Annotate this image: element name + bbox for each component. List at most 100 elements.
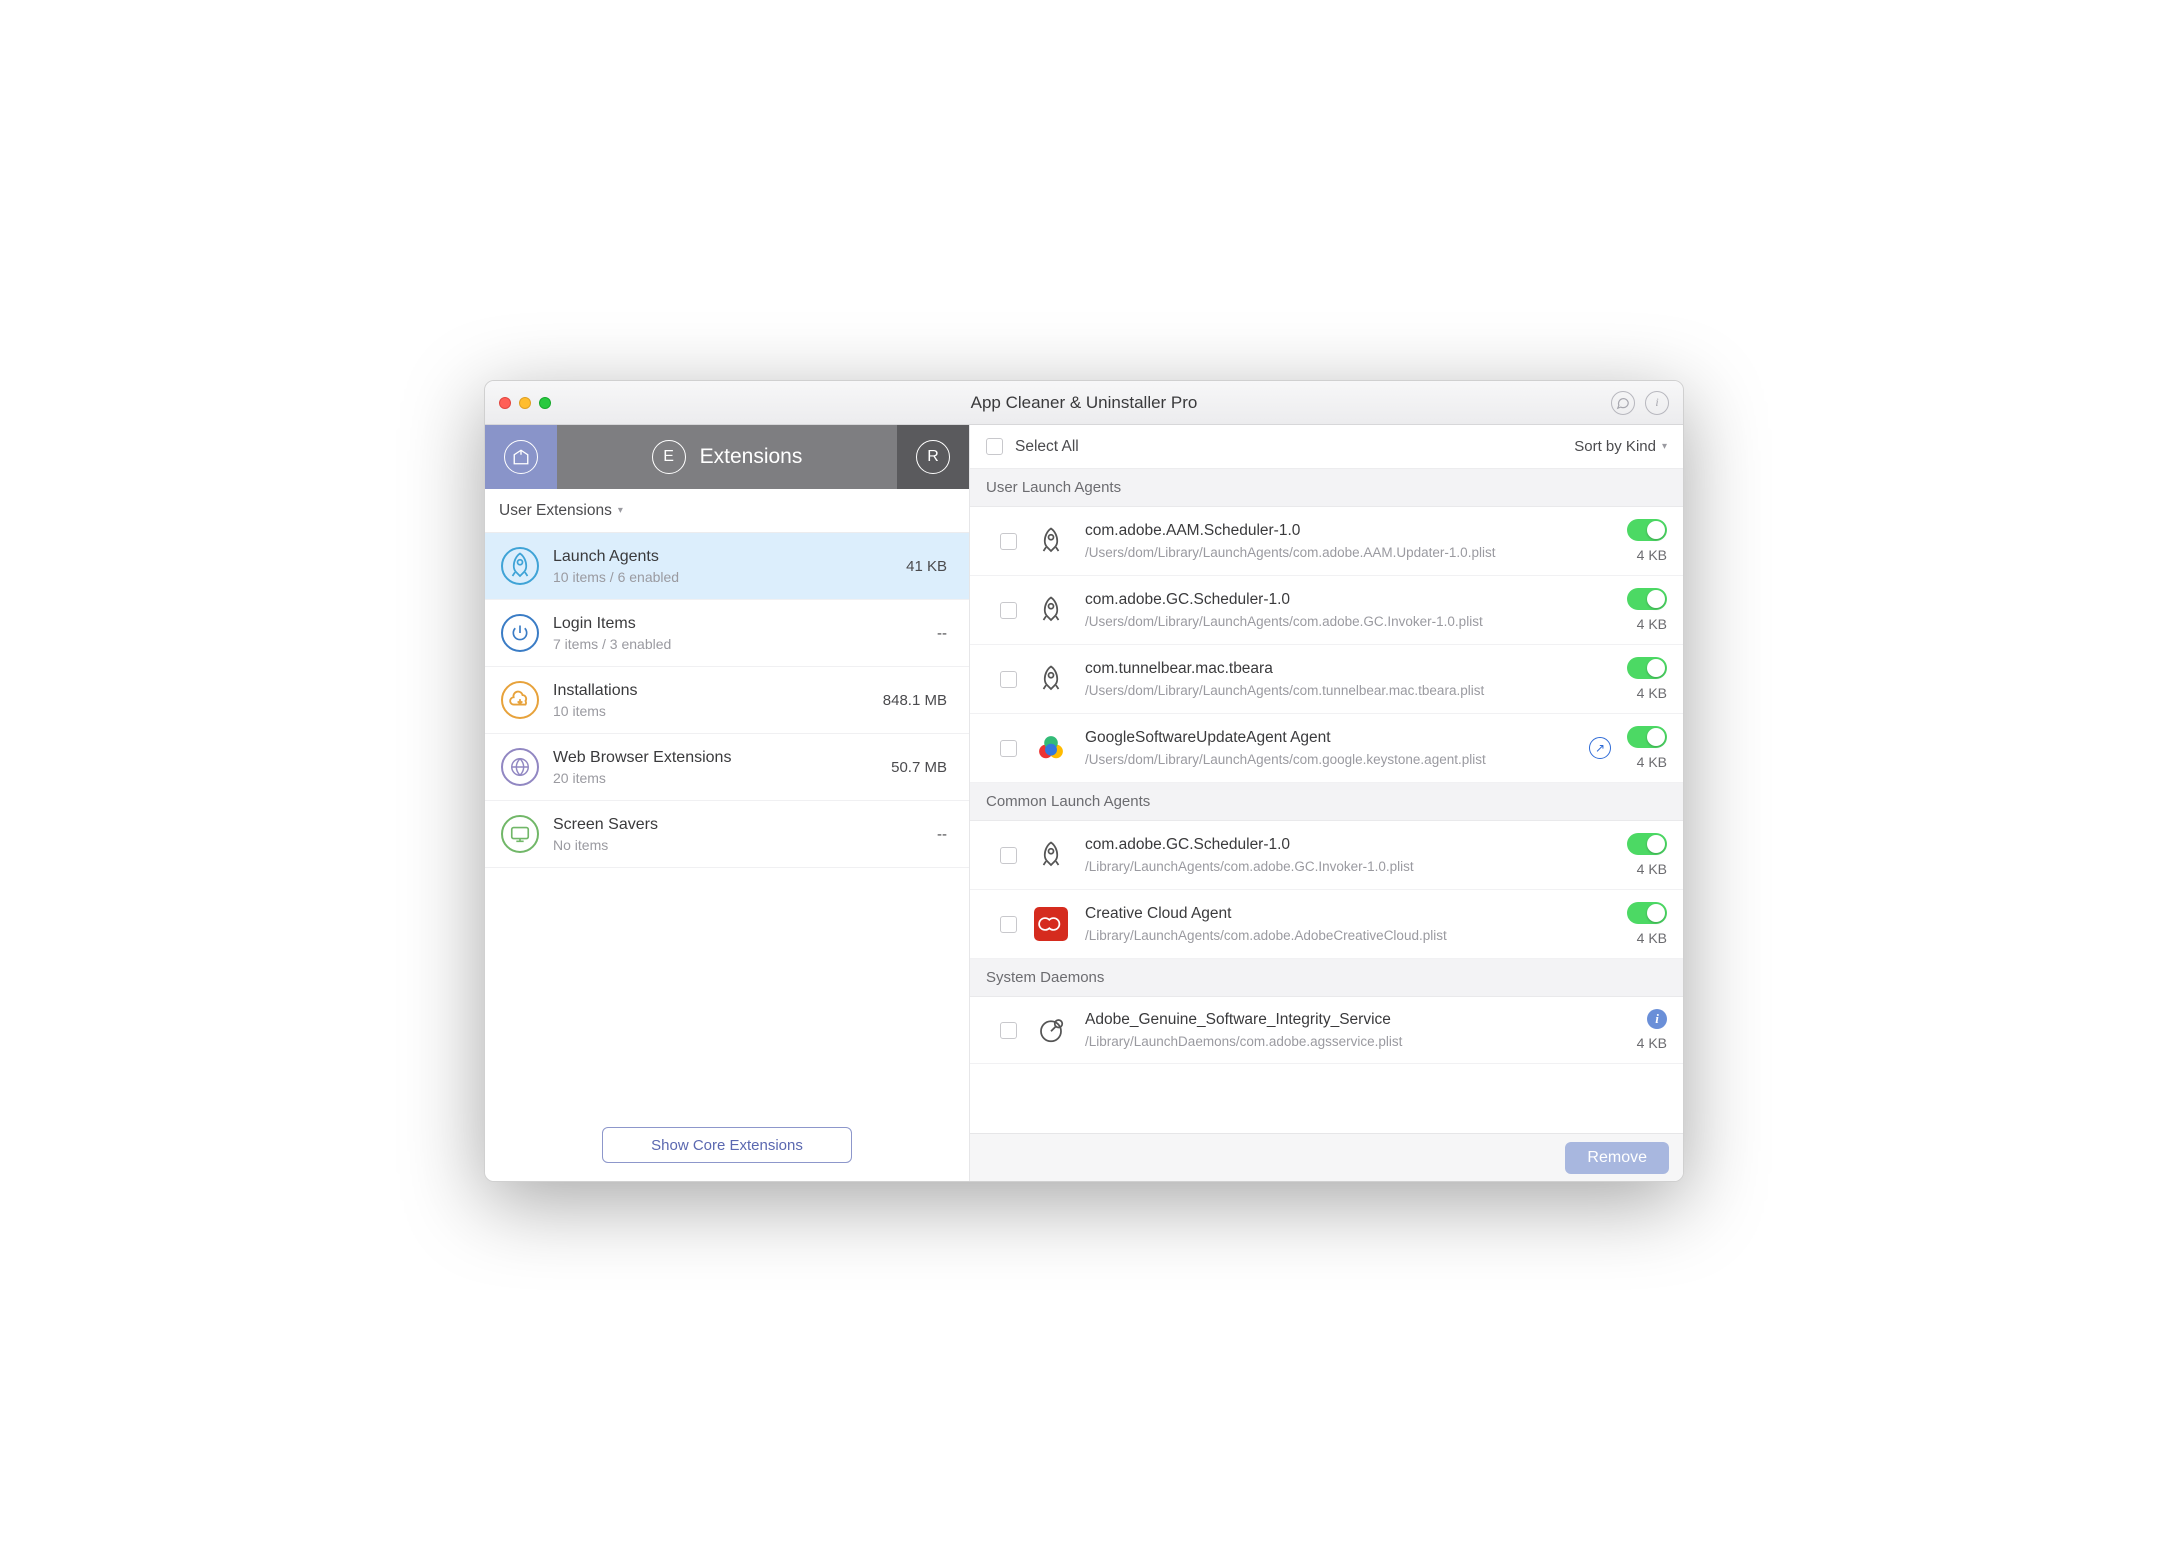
sort-label: Sort by Kind	[1574, 438, 1656, 455]
enable-toggle[interactable]	[1627, 588, 1667, 610]
category-title: Web Browser Extensions	[553, 749, 877, 767]
section-header: System Daemons	[970, 959, 1683, 997]
agent-title: GoogleSoftwareUpdateAgent Agent	[1085, 729, 1565, 747]
category-size: 50.7 MB	[891, 759, 947, 776]
window-title: App Cleaner & Uninstaller Pro	[499, 393, 1669, 413]
reveal-in-finder-icon[interactable]: ↗	[1589, 737, 1611, 759]
agent-row[interactable]: com.adobe.GC.Scheduler-1.0 /Users/dom/Li…	[970, 576, 1683, 645]
minimize-window-button[interactable]	[519, 397, 531, 409]
enable-toggle[interactable]	[1627, 519, 1667, 541]
app-window: App Cleaner & Uninstaller Pro i E Exten	[484, 380, 1684, 1182]
agent-title: com.adobe.AAM.Scheduler-1.0	[1085, 522, 1611, 540]
enable-toggle[interactable]	[1627, 726, 1667, 748]
footer: Remove	[970, 1133, 1683, 1181]
agent-size: 4 KB	[1637, 1035, 1667, 1051]
category-item[interactable]: Login Items 7 items / 3 enabled --	[485, 600, 969, 667]
agent-title: Adobe_Genuine_Software_Integrity_Service	[1085, 1011, 1621, 1029]
agent-path: /Users/dom/Library/LaunchAgents/com.tunn…	[1085, 683, 1611, 698]
screen-icon	[501, 815, 539, 853]
agent-path: /Users/dom/Library/LaunchAgents/com.goog…	[1085, 752, 1565, 767]
tab-remains[interactable]: R	[897, 425, 969, 489]
enable-toggle[interactable]	[1627, 902, 1667, 924]
chevron-down-icon: ▾	[618, 505, 623, 516]
category-size: --	[937, 625, 947, 642]
agent-path: /Users/dom/Library/LaunchAgents/com.adob…	[1085, 614, 1611, 629]
category-item[interactable]: Web Browser Extensions 20 items 50.7 MB	[485, 734, 969, 801]
feedback-icon[interactable]	[1611, 391, 1635, 415]
sort-dropdown[interactable]: Sort by Kind ▾	[1574, 438, 1667, 455]
row-checkbox[interactable]	[1000, 916, 1017, 933]
row-checkbox[interactable]	[1000, 740, 1017, 757]
agent-row[interactable]: com.adobe.GC.Scheduler-1.0 /Library/Laun…	[970, 821, 1683, 890]
agent-row[interactable]: GoogleSoftwareUpdateAgent Agent /Users/d…	[970, 714, 1683, 783]
remove-button[interactable]: Remove	[1565, 1142, 1669, 1174]
agent-row[interactable]: com.adobe.AAM.Scheduler-1.0 /Users/dom/L…	[970, 507, 1683, 576]
category-size: --	[937, 826, 947, 843]
main-tabs: E Extensions R	[485, 425, 969, 489]
select-all-control[interactable]: Select All	[986, 438, 1079, 456]
remains-icon: R	[916, 440, 950, 474]
right-toolbar: Select All Sort by Kind ▾	[970, 425, 1683, 469]
section-header: User Launch Agents	[970, 469, 1683, 507]
category-item[interactable]: Installations 10 items 848.1 MB	[485, 667, 969, 734]
agent-list: User Launch Agents com.adobe.AAM.Schedul…	[970, 469, 1683, 1133]
row-checkbox[interactable]	[1000, 533, 1017, 550]
tab-extensions[interactable]: E Extensions	[557, 425, 897, 489]
zoom-window-button[interactable]	[539, 397, 551, 409]
info-icon[interactable]: i	[1645, 391, 1669, 415]
agent-path: /Users/dom/Library/LaunchAgents/com.adob…	[1085, 545, 1611, 560]
extensions-icon: E	[652, 440, 686, 474]
agent-title: Creative Cloud Agent	[1085, 905, 1611, 923]
cloud-down-icon	[501, 681, 539, 719]
info-badge-icon[interactable]: i	[1647, 1009, 1667, 1029]
tab-extensions-label: Extensions	[700, 445, 803, 469]
category-title: Installations	[553, 682, 869, 700]
filter-dropdown[interactable]: User Extensions ▾	[485, 489, 969, 533]
show-core-extensions-button[interactable]: Show Core Extensions	[602, 1127, 852, 1163]
category-title: Screen Savers	[553, 816, 923, 834]
select-all-checkbox[interactable]	[986, 438, 1003, 455]
applications-icon	[504, 440, 538, 474]
rocket-icon	[501, 547, 539, 585]
agent-title: com.adobe.GC.Scheduler-1.0	[1085, 591, 1611, 609]
category-subtitle: No items	[553, 837, 923, 853]
agent-row[interactable]: Creative Cloud Agent /Library/LaunchAgen…	[970, 890, 1683, 959]
enable-toggle[interactable]	[1627, 833, 1667, 855]
agent-title: com.adobe.GC.Scheduler-1.0	[1085, 836, 1611, 854]
rocket-icon	[1033, 661, 1069, 697]
category-item[interactable]: Launch Agents 10 items / 6 enabled 41 KB	[485, 533, 969, 600]
category-subtitle: 20 items	[553, 770, 877, 786]
agent-size: 4 KB	[1637, 754, 1667, 770]
power-icon	[501, 614, 539, 652]
agent-size: 4 KB	[1637, 616, 1667, 632]
right-panel: Select All Sort by Kind ▾ User Launch Ag…	[970, 425, 1683, 1181]
agent-size: 4 KB	[1637, 685, 1667, 701]
category-size: 41 KB	[906, 558, 947, 575]
category-subtitle: 7 items / 3 enabled	[553, 636, 923, 652]
row-checkbox[interactable]	[1000, 847, 1017, 864]
close-window-button[interactable]	[499, 397, 511, 409]
row-checkbox[interactable]	[1000, 1022, 1017, 1039]
agent-size: 4 KB	[1637, 547, 1667, 563]
rocket-icon	[1033, 592, 1069, 628]
rocket-icon	[1033, 523, 1069, 559]
agent-path: /Library/LaunchAgents/com.adobe.AdobeCre…	[1085, 928, 1611, 943]
row-checkbox[interactable]	[1000, 602, 1017, 619]
row-checkbox[interactable]	[1000, 671, 1017, 688]
agent-row[interactable]: com.tunnelbear.mac.tbeara /Users/dom/Lib…	[970, 645, 1683, 714]
section-header: Common Launch Agents	[970, 783, 1683, 821]
globe-icon	[501, 748, 539, 786]
tab-applications[interactable]	[485, 425, 557, 489]
agent-row[interactable]: Adobe_Genuine_Software_Integrity_Service…	[970, 997, 1683, 1064]
agent-size: 4 KB	[1637, 861, 1667, 877]
category-item[interactable]: Screen Savers No items --	[485, 801, 969, 868]
agent-size: 4 KB	[1637, 930, 1667, 946]
enable-toggle[interactable]	[1627, 657, 1667, 679]
agent-title: com.tunnelbear.mac.tbeara	[1085, 660, 1611, 678]
category-list: Launch Agents 10 items / 6 enabled 41 KB…	[485, 533, 969, 1109]
titlebar: App Cleaner & Uninstaller Pro i	[485, 381, 1683, 425]
google-icon	[1033, 730, 1069, 766]
gauge-icon	[1033, 1012, 1069, 1048]
category-title: Launch Agents	[553, 548, 892, 566]
category-size: 848.1 MB	[883, 692, 947, 709]
